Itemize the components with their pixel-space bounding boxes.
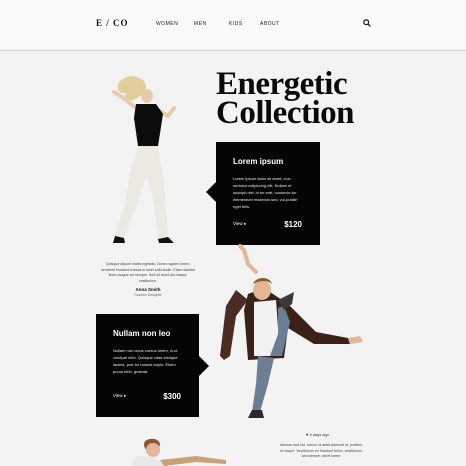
tweet-date: 3 days ago xyxy=(309,432,330,437)
card-description: Nullam non lacus cursus lorem, in ut vol… xyxy=(113,348,178,374)
arrow-right-icon: ▸ xyxy=(243,221,247,226)
product-card-nullam-non-leo: Nullam non leo Nullam non lacus cursus l… xyxy=(96,314,209,417)
card-description: Lorem ipsum dolor sit amet, con-sectetur… xyxy=(233,176,298,209)
site-logo[interactable]: E / CO xyxy=(96,18,129,28)
view-label: View xyxy=(113,393,123,398)
testimonial-role: Fashion Designer xyxy=(134,293,162,297)
card-price: $120 xyxy=(284,220,302,229)
view-link[interactable]: View ▸ xyxy=(233,221,246,227)
card-title: Nullam non leo xyxy=(113,329,171,338)
card-title: Lorem ipsum xyxy=(233,157,284,166)
nav-kids[interactable]: KIDS xyxy=(229,21,243,27)
search-icon[interactable] xyxy=(363,19,371,27)
card-price: $300 xyxy=(163,392,181,401)
nav-about[interactable]: ABOUT xyxy=(260,21,280,27)
nav-men[interactable]: MEN xyxy=(194,21,207,27)
nav-women[interactable]: WOMEN xyxy=(156,21,178,27)
arrow-right-icon: ▸ xyxy=(123,393,127,398)
crouching-model-photo xyxy=(132,438,226,466)
testimonial-author: Anna Smith xyxy=(135,287,161,292)
man-jumping-photo xyxy=(220,244,363,418)
testimonial-quote: Quisque aliquet mattis egestas. Donec sa… xyxy=(100,262,196,283)
view-link[interactable]: View ▸ xyxy=(113,393,126,399)
view-label: View xyxy=(233,221,243,226)
tweet-meta: ♥ 3 days ago xyxy=(306,432,329,437)
tweet-text: Aenean sed est, rutrum id amet placerat … xyxy=(279,443,363,458)
product-card-lorem-ipsum: Lorem ipsum Lorem ipsum dolor sit amet, … xyxy=(206,142,320,245)
hero-title: Energetic Collection xyxy=(216,68,396,131)
twitter-icon: ♥ xyxy=(306,432,309,437)
card-pointer xyxy=(206,182,216,202)
woman-dancing-photo xyxy=(112,76,176,243)
site-header: E / CO WOMEN MEN KIDS ABOUT xyxy=(0,0,466,51)
hero-title-line2: Collection xyxy=(216,95,354,131)
card-pointer xyxy=(199,356,209,376)
